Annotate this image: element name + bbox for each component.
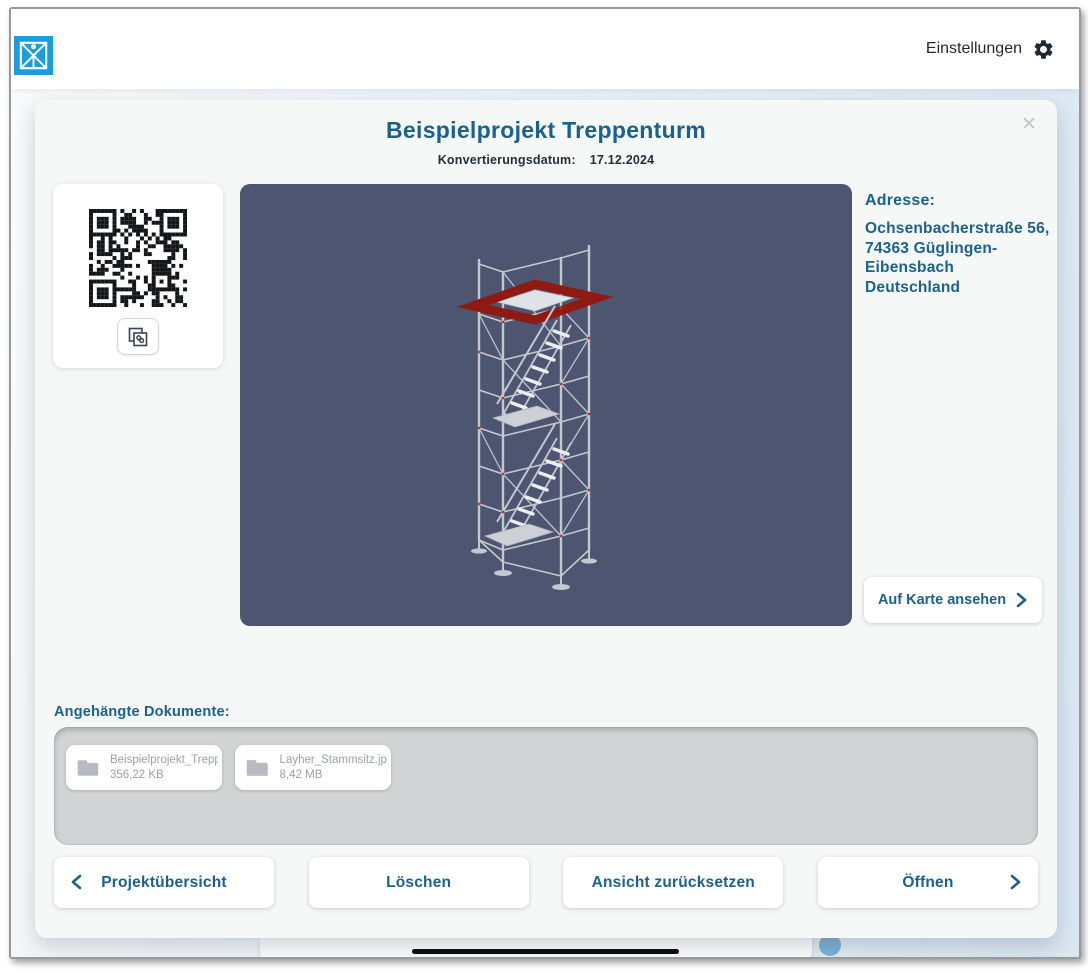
address-line: Ochsenbacherstraße 56, [865, 219, 1057, 239]
conversion-date-value: 17.12.2024 [590, 153, 655, 167]
settings-button[interactable]: Einstellungen [926, 9, 1055, 89]
gear-icon [1032, 38, 1055, 61]
address-line: 74363 Güglingen- [865, 239, 1057, 259]
file-card[interactable]: Beispielprojekt_Treppe 356,22 KB [66, 745, 222, 790]
action-bar: Projektübersicht Löschen Ansicht zurücks… [54, 857, 1038, 908]
delete-label: Löschen [386, 874, 451, 892]
open-button[interactable]: Öffnen [818, 857, 1038, 908]
delete-button[interactable]: Löschen [309, 857, 529, 908]
address-label: Adresse: [865, 192, 1057, 210]
show-on-map-button[interactable]: Auf Karte ansehen [864, 577, 1042, 623]
file-card[interactable]: Layher_Stammsitz.jpg 8,42 MB [235, 745, 391, 790]
screenshot-root: Einstellungen ✕ Beispielprojekt Treppent… [0, 0, 1088, 976]
project-detail-modal: ✕ Beispielprojekt Treppenturm Konvertier… [35, 100, 1057, 938]
folder-icon [245, 757, 270, 779]
settings-label: Einstellungen [926, 40, 1022, 58]
show-on-map-label: Auf Karte ansehen [878, 592, 1006, 608]
model-viewer[interactable] [240, 184, 852, 626]
project-overview-button[interactable]: Projektübersicht [54, 857, 274, 908]
file-size: 356,22 KB [110, 768, 218, 783]
reset-view-label: Ansicht zurücksetzen [592, 874, 755, 892]
conversion-date-label: Konvertierungsdatum: [438, 153, 576, 167]
attached-documents-panel: Beispielprojekt_Treppe 356,22 KB Layher_… [54, 727, 1038, 845]
scaffold-tower-model [437, 210, 637, 615]
reset-view-button[interactable]: Ansicht zurücksetzen [563, 857, 783, 908]
address-line: Deutschland [865, 278, 1057, 298]
attached-documents-label: Angehängte Dokumente: [54, 704, 230, 720]
file-name: Layher_Stammsitz.jpg [280, 753, 387, 768]
chevron-right-icon [1014, 592, 1028, 608]
copy-link-icon [126, 325, 150, 349]
project-overview-label: Projektübersicht [101, 874, 227, 892]
address-line: Eibensbach [865, 258, 1057, 278]
conversion-date-row: Konvertierungsdatum: 17.12.2024 [35, 153, 1057, 167]
folder-icon [76, 757, 100, 779]
project-title: Beispielprojekt Treppenturm [35, 117, 1057, 144]
open-label: Öffnen [902, 874, 953, 892]
file-name: Beispielprojekt_Treppe [110, 753, 218, 768]
layher-logo-icon [14, 36, 53, 75]
address-block: Adresse: Ochsenbacherstraße 56, 74363 Gü… [865, 192, 1057, 297]
file-info: Layher_Stammsitz.jpg 8,42 MB [280, 753, 387, 783]
copy-qr-link-button[interactable] [117, 318, 159, 355]
chevron-left-icon [70, 874, 84, 890]
app-header: Einstellungen [11, 9, 1079, 89]
qr-card [53, 184, 223, 368]
qr-code [89, 209, 187, 307]
app-window: Einstellungen ✕ Beispielprojekt Treppent… [9, 7, 1081, 959]
layher-logo[interactable] [14, 36, 53, 75]
file-size: 8,42 MB [280, 768, 387, 783]
home-indicator[interactable] [412, 949, 679, 954]
chevron-right-icon [1008, 874, 1022, 890]
file-info: Beispielprojekt_Treppe 356,22 KB [110, 753, 218, 783]
